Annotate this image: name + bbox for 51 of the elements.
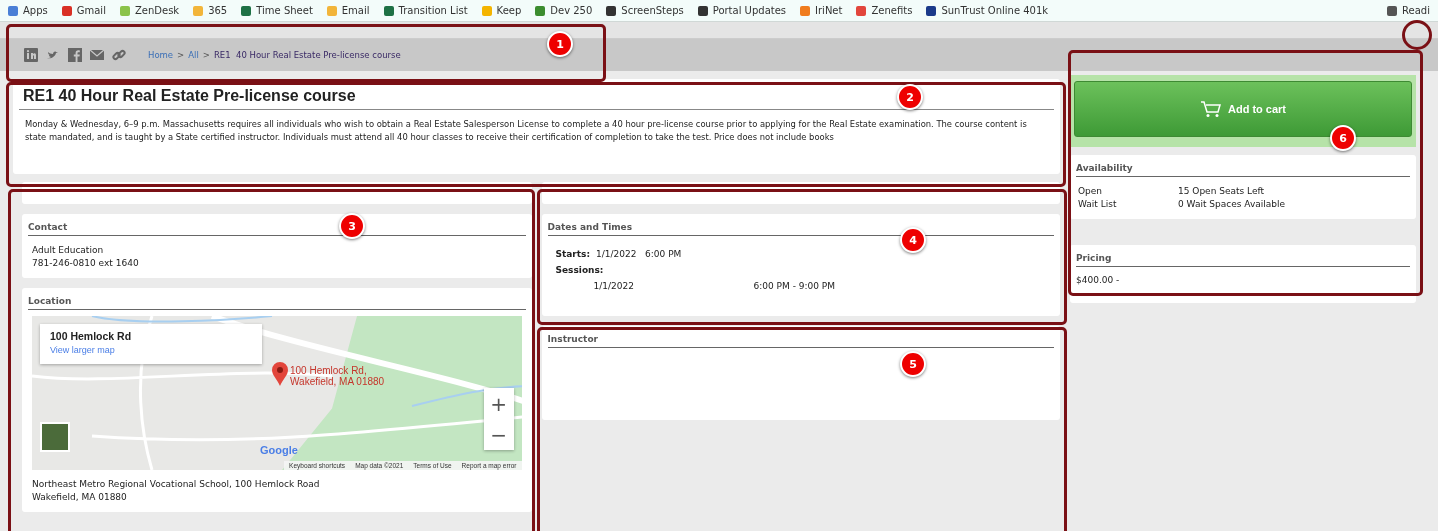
bookmark-item[interactable]: ScreenSteps — [606, 5, 684, 21]
bookmark-item[interactable]: 365 — [193, 5, 228, 21]
address-line: Northeast Metro Regional Vocational School, 100 Hemlock Road — [32, 478, 321, 491]
session-date: 1/1/2022 — [593, 280, 635, 293]
place-name: 100 Hemlock Rd — [50, 330, 133, 342]
bookmark-item[interactable]: Email — [326, 5, 370, 21]
bookmark-item[interactable]: ZenDesk — [119, 5, 180, 21]
course-description: Monday & Wednesday, 6–9 p.m. Massachusetts requires all individuals who wish to obtain a Real Estate Salesperson License to complete a 40 hour pre-license course prior to applying for the Real Estate examination. The course content is state mandated, and is taught by a State certified instructor. Individuals must attend all 40 hour classes to receive their certification of completion to take the test. Price does not include books — [25, 118, 1028, 144]
start-value: 1/1/2022 6:00 PM — [596, 249, 682, 259]
bookmark-item[interactable]: Dev 250 — [535, 5, 593, 21]
cart-icon — [1199, 100, 1222, 118]
mail-icon[interactable] — [90, 48, 104, 62]
bookmark-item[interactable]: Gmail — [61, 5, 106, 21]
zoom-in-button[interactable]: + — [483, 388, 514, 419]
breadcrumb-current: RE1 40 Hour Real Estate Pre-license course — [213, 50, 401, 60]
field-label: Starts: — [555, 249, 591, 259]
availability-value: 15 Open Seats Left — [1178, 185, 1265, 198]
bookmark-item[interactable]: IriNet — [800, 5, 843, 21]
session-time: 6:00 PM - 9:00 PM — [753, 280, 836, 293]
bookmark-item[interactable]: Zenefits — [856, 5, 913, 21]
breadcrumb-separator: > — [202, 50, 210, 60]
link-icon[interactable] — [112, 48, 126, 62]
availability-value: 0 Wait Spaces Available — [1178, 198, 1287, 211]
bookmark-item[interactable]: Keep — [481, 5, 522, 21]
bookmark-item[interactable]: Time Sheet — [241, 5, 313, 21]
section-heading: Availability — [1076, 161, 1410, 177]
zoom-out-button[interactable]: − — [483, 419, 514, 450]
bookmark-item[interactable]: Readi — [1387, 5, 1430, 21]
map-pin-icon[interactable] — [272, 362, 288, 386]
section-heading: Pricing — [1076, 251, 1410, 267]
marker-label: 100 Hemlock Rd, Wakefield, MA 01880 — [290, 365, 386, 387]
address-line: Wakefield, MA 01880 — [32, 491, 128, 504]
section-heading: Instructor — [547, 332, 1054, 348]
field-label: Sessions: — [555, 264, 605, 277]
contact-line: 781-246-0810 ext 1640 — [32, 257, 140, 270]
linkedin-icon[interactable] — [24, 48, 38, 62]
section-heading: Location — [28, 294, 526, 310]
highlight-ring — [1402, 20, 1432, 50]
bookmark-item[interactable]: Transition List — [383, 5, 468, 21]
bookmark-item[interactable]: SunTrust Online 401k — [926, 5, 1049, 21]
bookmark-item[interactable]: Apps — [8, 5, 48, 21]
availability-name: Open — [1078, 185, 1104, 198]
facebook-icon[interactable] — [68, 48, 82, 62]
contact-line: Adult Education — [32, 244, 105, 257]
bookmark-item[interactable]: Portal Updates — [697, 5, 787, 21]
view-larger-map-link[interactable]: View larger map — [50, 345, 115, 355]
satellite-toggle[interactable] — [40, 422, 70, 452]
availability-name: Wait List — [1078, 198, 1118, 211]
price: $400.00 - — [1076, 275, 1120, 285]
map-logo: Google — [260, 444, 298, 456]
breadcrumb-separator: > — [177, 50, 185, 60]
